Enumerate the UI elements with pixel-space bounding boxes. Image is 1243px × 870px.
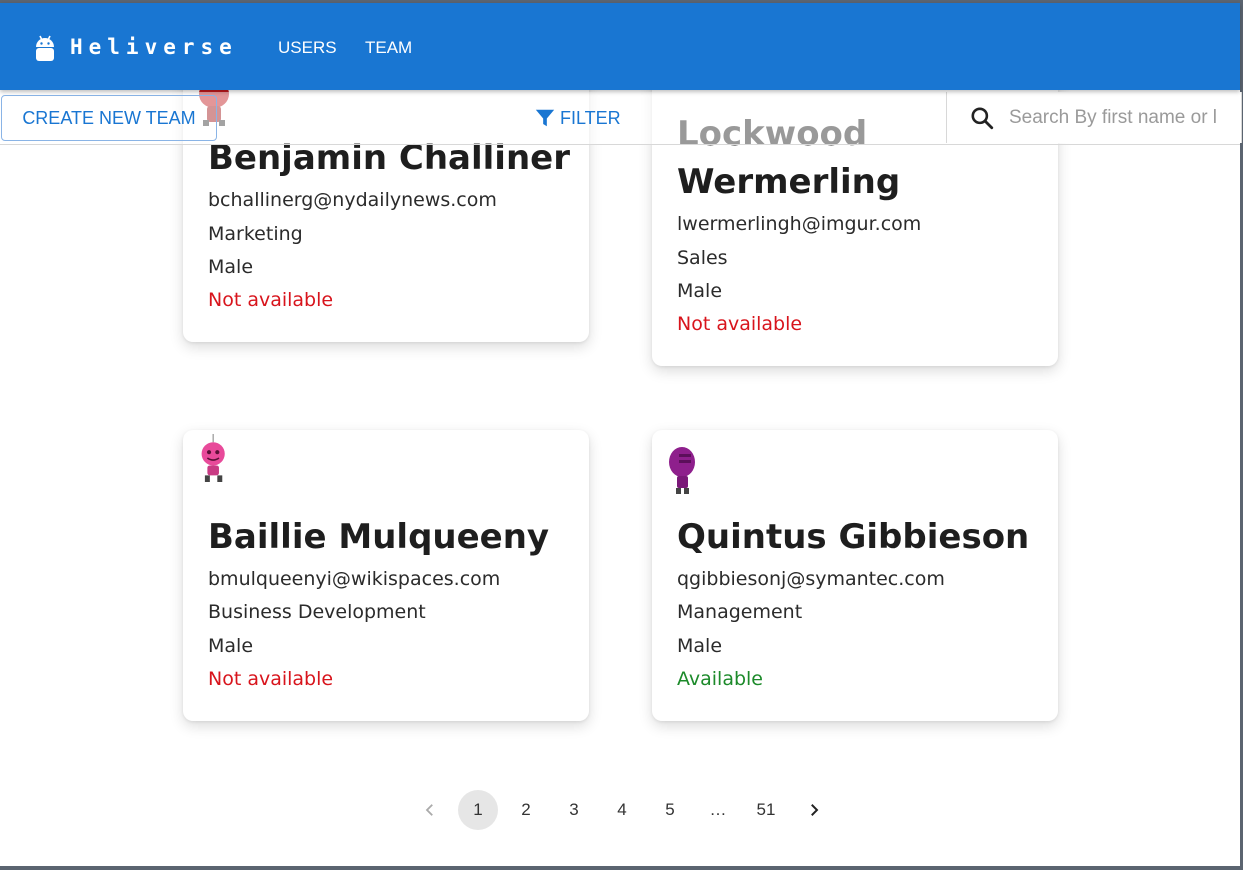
user-email: qgibbiesonj@symantec.com — [677, 568, 945, 590]
user-name: Quintus Gibbieson — [677, 517, 1030, 557]
android-robot-icon — [36, 35, 54, 61]
user-email: bmulqueenyi@wikispaces.com — [208, 568, 501, 590]
app-bar: Heliverse USERS TEAM — [0, 3, 1240, 90]
availability-status: Not available — [208, 668, 334, 690]
create-new-team-button[interactable]: CREATE NEW TEAM — [1, 95, 217, 141]
page-ellipsis: … — [709, 800, 727, 819]
previous-page-button[interactable] — [410, 790, 450, 830]
user-domain: Marketing — [208, 223, 303, 245]
search-icon — [971, 106, 994, 129]
availability-status: Not available — [208, 289, 334, 311]
user-gender: Male — [677, 280, 723, 302]
filter-button[interactable]: FILTER — [534, 103, 621, 133]
search-input[interactable] — [1007, 105, 1233, 130]
window-bottom-border — [0, 866, 1243, 870]
robot-avatar-icon — [669, 447, 695, 494]
page-51-button[interactable]: 51 — [746, 790, 786, 830]
nav-team-link[interactable]: TEAM — [365, 38, 412, 58]
robot-avatar-icon — [201, 434, 225, 482]
filter-label: FILTER — [560, 107, 621, 128]
chevron-right-icon — [811, 804, 819, 816]
team-toolbar: CREATE NEW TEAM FILTER — [0, 92, 1242, 145]
next-page-button[interactable] — [794, 790, 834, 830]
pagination: 1 2 3 4 5 … 51 — [406, 790, 838, 830]
user-gender: Male — [208, 635, 254, 657]
user-domain: Sales — [677, 247, 728, 269]
user-email: bchallinerg@nydailynews.com — [208, 189, 497, 211]
user-domain: Management — [677, 601, 803, 623]
user-card: Baillie Mulqueeny bmulqueenyi@wikispaces… — [183, 430, 589, 721]
user-gender: Male — [208, 256, 254, 278]
user-email: lwermerlingh@imgur.com — [677, 213, 922, 235]
chevron-left-icon — [425, 804, 433, 816]
user-card: Quintus Gibbieson qgibbiesonj@symantec.c… — [652, 430, 1058, 721]
brand-title: Heliverse — [70, 35, 238, 59]
nav-users-link[interactable]: USERS — [278, 38, 337, 58]
filter-funnel-icon — [535, 109, 555, 127]
user-gender: Male — [677, 635, 723, 657]
user-domain: Business Development — [208, 601, 426, 623]
search-box — [946, 92, 1242, 143]
availability-status: Not available — [677, 313, 803, 335]
page-5-button[interactable]: 5 — [650, 790, 690, 830]
page-3-button[interactable]: 3 — [554, 790, 594, 830]
page-2-button[interactable]: 2 — [506, 790, 546, 830]
user-name: Baillie Mulqueeny — [208, 517, 550, 557]
page-1-button[interactable]: 1 — [458, 790, 498, 830]
availability-status: Available — [677, 668, 764, 690]
page-4-button[interactable]: 4 — [602, 790, 642, 830]
